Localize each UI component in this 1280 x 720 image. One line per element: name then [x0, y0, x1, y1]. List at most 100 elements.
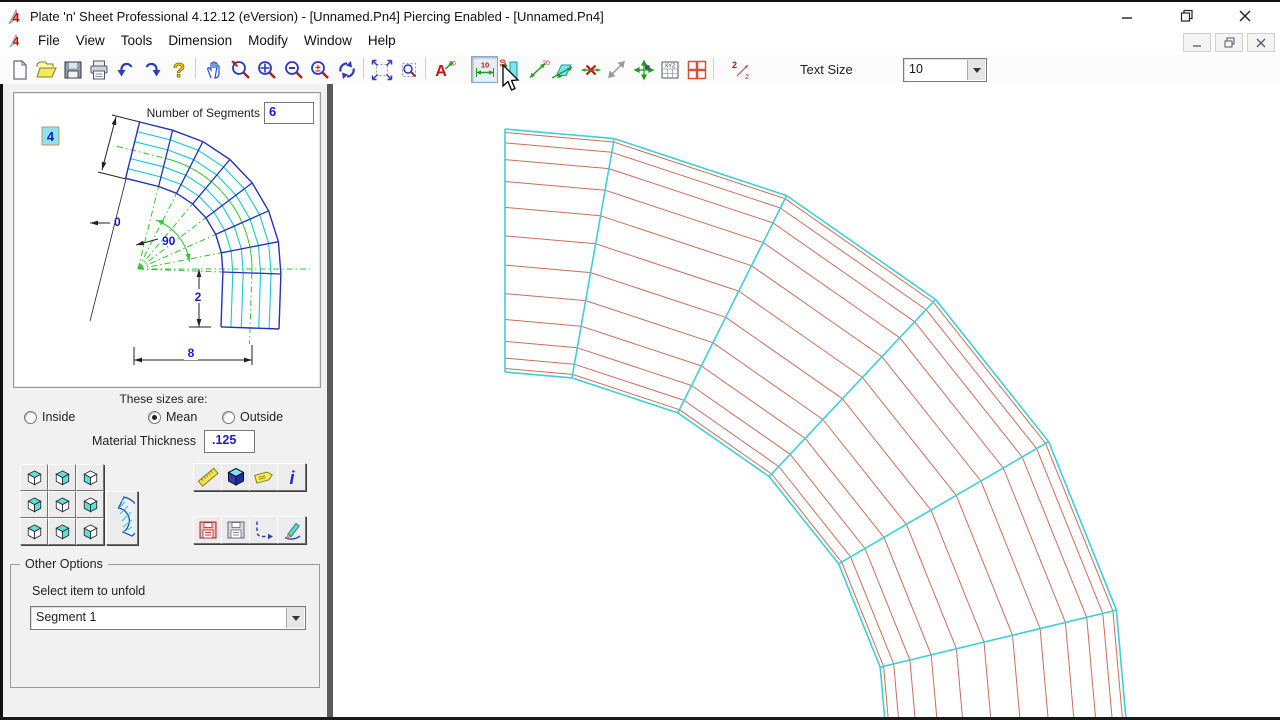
pan-button[interactable]: [201, 56, 228, 83]
measure-ruler-button[interactable]: [193, 463, 222, 491]
dim-angle-value[interactable]: 90: [162, 234, 176, 248]
path-corner-button[interactable]: [249, 516, 278, 544]
view-iso-1-button[interactable]: [20, 464, 48, 491]
open-file-button[interactable]: [33, 56, 60, 83]
svg-text:A: A: [435, 63, 447, 80]
dim-run-value[interactable]: 8: [188, 346, 195, 360]
info-button[interactable]: i: [277, 463, 306, 491]
mdi-minimize-button[interactable]: [1183, 33, 1211, 52]
view-iso-5-button[interactable]: [48, 491, 76, 518]
label-tag-icon: [252, 465, 276, 489]
save-file-button[interactable]: [59, 56, 86, 83]
view-iso-3-button[interactable]: [76, 464, 104, 491]
dim-height-value[interactable]: 4: [47, 129, 55, 144]
text-size-label: Text Size: [800, 62, 853, 77]
measure-ruler-icon: [196, 465, 220, 489]
unfold-item-combobox[interactable]: Segment 1: [30, 606, 306, 630]
path-corner-icon: [252, 518, 276, 542]
print-button[interactable]: [86, 56, 113, 83]
dimension-parallel-icon: [552, 58, 576, 82]
dimension-text-button[interactable]: A20: [431, 56, 458, 83]
view-iso-2-button[interactable]: [48, 464, 76, 491]
dim-offset-value[interactable]: 0: [114, 215, 121, 229]
segments-label: Number of Segments: [92, 106, 260, 120]
title-bar: 4 Plate 'n' Sheet Professional 4.12.12 (…: [0, 0, 1280, 30]
dimension-move-button[interactable]: [630, 56, 657, 83]
zoom-out-button[interactable]: [280, 56, 307, 83]
viewport-grid-button[interactable]: [683, 56, 710, 83]
toolbar-separator: [363, 58, 364, 79]
dimension-diagonal-button[interactable]: 20: [524, 56, 551, 83]
export-gray-button[interactable]: [221, 516, 250, 544]
export-red-button[interactable]: [193, 516, 222, 544]
svg-text:4: 4: [13, 36, 20, 48]
zoom-window-button[interactable]: [227, 56, 254, 83]
view-iso-7-button[interactable]: [20, 518, 48, 545]
size-option-radio-outside[interactable]: [222, 411, 235, 424]
new-file-icon: [8, 58, 32, 82]
size-option-radio-mean[interactable]: [148, 411, 161, 424]
toolbar-separator: [425, 58, 426, 79]
unfolded-pattern: [333, 84, 1280, 717]
segments-input[interactable]: 6: [264, 102, 314, 124]
svg-text:±: ±: [315, 63, 321, 74]
mdi-restore-button[interactable]: [1215, 33, 1243, 52]
material-thickness-input[interactable]: .125: [204, 430, 255, 453]
dimension-parallel-button[interactable]: [551, 56, 578, 83]
undo-button[interactable]: [112, 56, 139, 83]
dimension-free-button[interactable]: [604, 56, 631, 83]
dimension-angle-button[interactable]: 22: [729, 56, 756, 83]
minimize-button[interactable]: [1110, 6, 1144, 26]
unfold-dropdown-button[interactable]: [286, 608, 304, 628]
shape-preview-box: 4 0 90 2 8 Number of Segments 6: [13, 92, 321, 388]
svg-text:2: 2: [732, 60, 737, 70]
edit-pencil-button[interactable]: [277, 516, 306, 544]
menu-item-file[interactable]: File: [30, 28, 68, 48]
elbow-shape-button[interactable]: [106, 491, 138, 545]
dimension-move-icon: [632, 58, 656, 82]
size-option-radio-inside[interactable]: [24, 411, 37, 424]
close-button[interactable]: [1228, 6, 1262, 26]
view-iso-8-button[interactable]: [48, 518, 76, 545]
menu-item-view[interactable]: View: [68, 28, 113, 48]
menu-item-tools[interactable]: Tools: [113, 28, 161, 48]
menu-item-dimension[interactable]: Dimension: [160, 28, 240, 48]
menu-item-help[interactable]: Help: [360, 28, 404, 48]
dimension-vertical-button[interactable]: 10: [498, 56, 525, 83]
mdi-close-button[interactable]: [1247, 33, 1275, 52]
zoom-selected-button[interactable]: [395, 56, 422, 83]
text-size-combobox[interactable]: 10: [903, 58, 987, 82]
redo-button[interactable]: [139, 56, 166, 83]
coordinates-table-icon: XYZ: [658, 58, 682, 82]
menu-item-window[interactable]: Window: [296, 28, 360, 48]
dimension-point-button[interactable]: [577, 56, 604, 83]
label-tag-button[interactable]: [249, 463, 278, 491]
svg-text:10: 10: [480, 60, 488, 69]
help-button[interactable]: ?: [165, 56, 192, 83]
toolbar: Text Size 10 ?±A20101020XYZ22: [0, 55, 1280, 86]
preview-elbow: [117, 122, 310, 344]
svg-text:2: 2: [745, 74, 749, 81]
zoom-all-button[interactable]: [254, 56, 281, 83]
edit-pencil-icon: [280, 518, 304, 542]
unfold-item-value: Segment 1: [36, 610, 96, 624]
zoom-scale-button[interactable]: ±: [307, 56, 334, 83]
view-iso-9-button[interactable]: [76, 518, 104, 545]
dimension-text-icon: A20: [432, 58, 456, 82]
new-file-button[interactable]: [6, 56, 33, 83]
zoom-scale-icon: ±: [308, 58, 332, 82]
text-size-dropdown-button[interactable]: [967, 60, 985, 80]
coordinates-table-button[interactable]: XYZ: [657, 56, 684, 83]
solid-view-button[interactable]: [221, 463, 250, 491]
menu-items: FileViewToolsDimensionModifyWindowHelp: [30, 28, 404, 50]
view-iso-4-button[interactable]: [20, 491, 48, 518]
zoom-previous-button[interactable]: [333, 56, 360, 83]
menu-item-modify[interactable]: Modify: [240, 28, 296, 48]
toolbar-separator: [713, 58, 714, 79]
view-iso-6-button[interactable]: [76, 491, 104, 518]
dim-rise-value[interactable]: 2: [195, 290, 202, 304]
zoom-extents-button[interactable]: [369, 56, 396, 83]
dimension-horizontal-button[interactable]: 10: [471, 56, 498, 83]
restore-button[interactable]: [1170, 6, 1204, 26]
drawing-canvas[interactable]: [333, 84, 1280, 717]
